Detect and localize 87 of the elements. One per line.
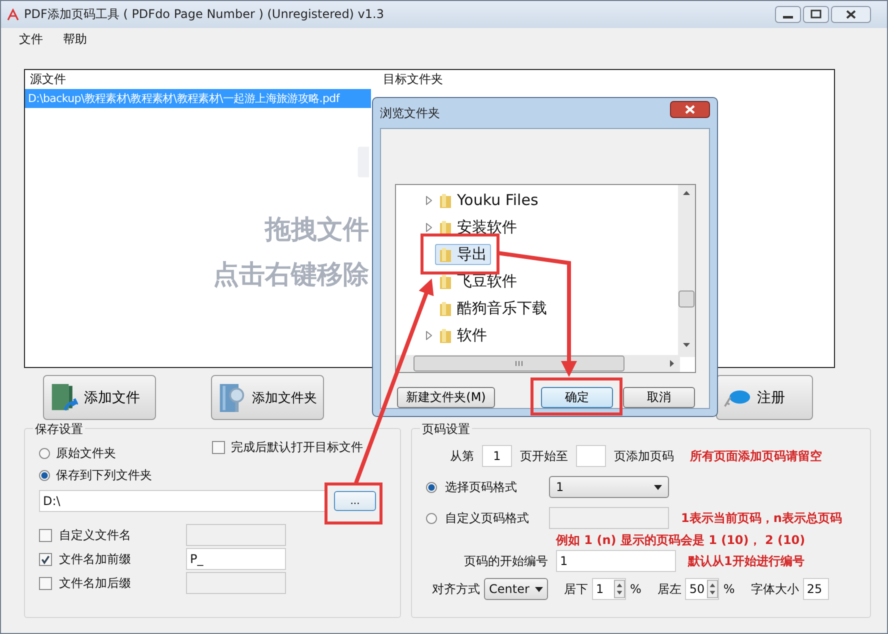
folder-item[interactable]: 安装软件: [435, 217, 521, 238]
add-file-button[interactable]: 添加文件: [43, 375, 156, 420]
radio-label: 保存到下列文件夹: [56, 467, 152, 484]
caret-icon: [535, 586, 543, 592]
spin-arrows-icon[interactable]: [707, 579, 718, 599]
checkbox[interactable]: [39, 576, 52, 590]
checkbox-label: 文件名加后缀: [59, 574, 132, 592]
hint-text: 1表示当前页码，n表示总页码: [681, 510, 842, 526]
drop-hint: 拖拽文件: [265, 214, 369, 247]
format-dropdown[interactable]: 1: [549, 476, 669, 498]
hint-text: 所有页面添加页码请留空: [690, 448, 822, 464]
unit-label: %: [630, 582, 642, 596]
folder-item[interactable]: 导出: [435, 244, 491, 265]
folder-item[interactable]: Youku Files: [435, 190, 542, 211]
folder-icon: [439, 246, 453, 262]
spinner-field[interactable]: 50: [685, 578, 720, 600]
field-label: 页开始至: [520, 448, 568, 464]
caret-icon: [654, 484, 662, 490]
dialog-button[interactable]: 取消: [623, 387, 695, 408]
dialog-button[interactable]: 确定: [541, 387, 613, 408]
window-title: PDF添加页码工具 ( PDFdo Page Number ) (Unregistered) v1.3: [24, 6, 384, 23]
menu-item[interactable]: 帮助: [63, 30, 87, 48]
register-button[interactable]: 注册: [716, 375, 813, 420]
highlight-frame: [324, 482, 382, 524]
checkbox-label: 文件名加前缀: [59, 550, 132, 568]
folder-icon: [439, 328, 453, 344]
field-label: 居下: [564, 580, 588, 598]
checkbox[interactable]: [39, 528, 52, 542]
close-button[interactable]: [670, 100, 710, 118]
field-label: 从第: [450, 448, 474, 464]
menu-item[interactable]: 文件: [19, 30, 43, 48]
checkbox-label: 自定义文件名: [59, 526, 132, 544]
field-label: 字体大小: [750, 580, 799, 598]
folder-item[interactable]: 软件: [435, 325, 491, 346]
field-label: 页添加页码: [614, 448, 674, 464]
column-header[interactable]: 目标文件夹: [380, 71, 443, 88]
column-header[interactable]: 源文件: [25, 71, 380, 88]
group-title: 保存设置: [33, 421, 85, 438]
spin-arrows-icon[interactable]: [614, 579, 625, 599]
from-page-field[interactable]: 1: [482, 445, 512, 467]
folder-item[interactable]: 酷狗音乐下载: [435, 298, 551, 319]
radio-label: 选择页码格式: [445, 478, 518, 496]
name-field[interactable]: P_: [186, 548, 286, 570]
close-button[interactable]: [831, 6, 871, 23]
folder-icon: [439, 192, 453, 208]
folder-icon: [439, 274, 453, 290]
hint-text: 例如 1 (n) 显示的页码会是 1 (10)， 2 (10): [556, 532, 806, 549]
checkbox[interactable]: [39, 552, 52, 566]
add-folder-button[interactable]: 添加文件夹: [211, 375, 324, 420]
horizontal-scrollbar[interactable]: [396, 355, 680, 372]
spinner-field[interactable]: 1: [592, 578, 626, 600]
radio-button[interactable]: [39, 448, 50, 459]
custom-format-field[interactable]: [549, 507, 669, 529]
folder-icon: [439, 300, 453, 316]
expand-icon[interactable]: [426, 223, 432, 232]
name-field[interactable]: [186, 572, 286, 594]
alignment-dropdown[interactable]: Center: [484, 578, 548, 600]
folder-item[interactable]: 飞豆软件: [435, 271, 521, 292]
radio-label: 自定义页码格式: [445, 510, 530, 526]
folder-icon: [439, 220, 453, 236]
radio-button[interactable]: [426, 512, 437, 524]
expand-icon[interactable]: [426, 196, 432, 205]
name-field[interactable]: [186, 524, 286, 546]
font-size-field[interactable]: 25: [802, 578, 829, 600]
field-label: 居左: [657, 580, 682, 598]
drop-hint: 点击右键移除: [213, 259, 369, 292]
expand-icon[interactable]: [426, 331, 432, 340]
folder-path-field[interactable]: D:\: [39, 490, 326, 512]
field-label: 对齐方式: [432, 580, 480, 598]
radio-label: 原始文件夹: [56, 445, 116, 462]
app-icon: [6, 8, 20, 22]
radio-button[interactable]: [39, 470, 50, 481]
group-title: 页码设置: [420, 421, 472, 438]
browse-button[interactable]: ...: [334, 491, 376, 511]
dialog-button[interactable]: 新建文件夹(M): [397, 387, 495, 408]
field-label: 页码的开始编号: [463, 552, 548, 570]
unit-label: %: [723, 582, 735, 596]
dialog-title: 浏览文件夹: [380, 104, 440, 122]
minimize-button[interactable]: [775, 6, 801, 23]
to-page-field[interactable]: [576, 445, 606, 467]
vertical-scrollbar[interactable]: [678, 185, 695, 357]
checkbox-label: 完成后默认打开目标文件: [231, 439, 363, 456]
start-number-field[interactable]: 1: [556, 550, 676, 572]
maximize-button[interactable]: [803, 6, 829, 23]
hint-text: 默认从1开始进行编号: [688, 552, 804, 570]
radio-button[interactable]: [426, 482, 437, 492]
checkbox[interactable]: [212, 441, 225, 454]
